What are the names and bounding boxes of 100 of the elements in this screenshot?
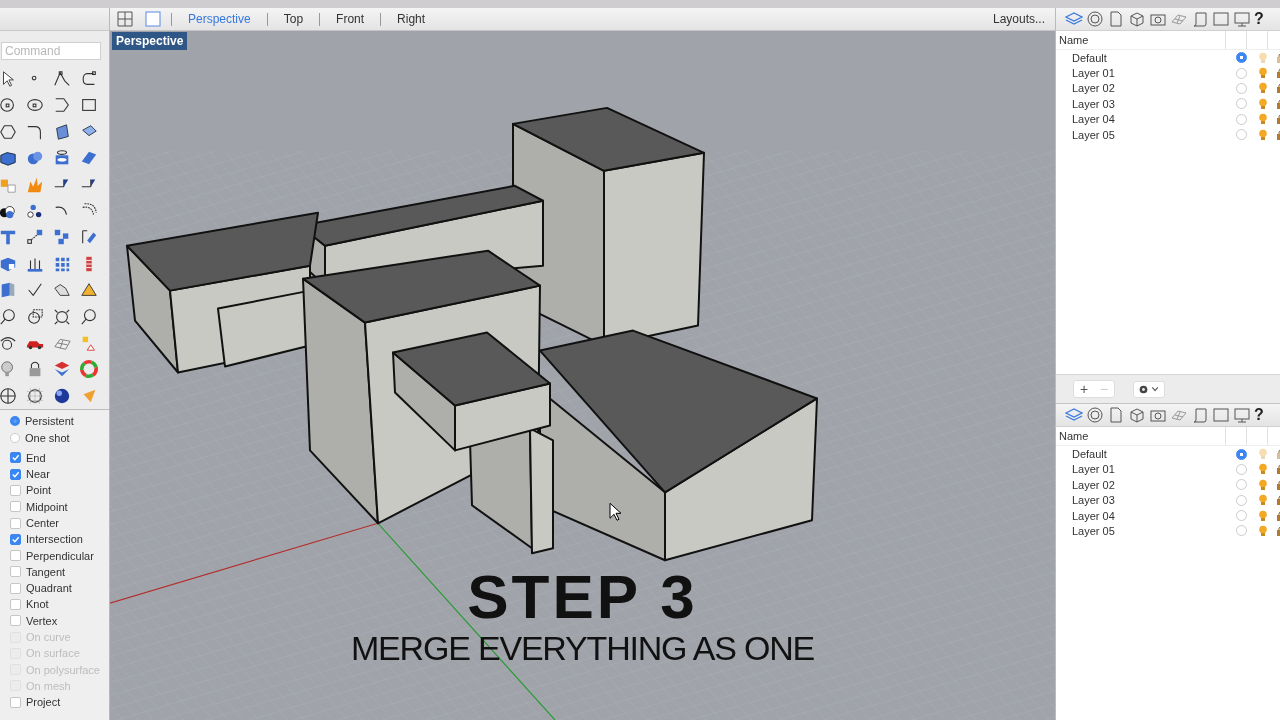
layer-name[interactable]: Layer 04 [1056,509,1236,522]
checkbox-label: Project [26,696,61,709]
cube-icon[interactable] [1128,10,1146,28]
light-bulb-icon[interactable] [1257,494,1269,507]
layer-name[interactable]: Layer 04 [1056,113,1236,126]
cube-icon[interactable] [1128,406,1146,425]
polyline-icon[interactable] [53,70,71,88]
layer-name[interactable]: Layer 05 [1056,525,1236,537]
layer-name[interactable]: Layer 03 [1056,97,1236,110]
panel-icon[interactable] [0,281,17,300]
caption-title: STEP 3 [467,566,698,628]
viewport-tab[interactable]: Right [397,12,426,26]
layer-name[interactable]: Layer 01 [1056,67,1236,80]
checkbox[interactable] [10,566,21,578]
cursor-icon [609,502,622,521]
help-button[interactable]: ? [1254,406,1264,425]
layer-name[interactable]: Default [1056,448,1236,461]
checkbox[interactable] [10,468,21,480]
light-bulb-icon[interactable] [1257,525,1269,537]
single-viewport-icon[interactable] [144,10,162,28]
checkbox-label: Perpendicular [26,549,94,562]
checkbox-label: End [26,451,46,464]
current-layer-radio[interactable] [1236,448,1247,460]
arrow-cursor-icon[interactable] [0,70,17,88]
layouts-button[interactable]: Layouts... [992,12,1045,26]
radio-label: One shot [25,431,70,444]
color-wheel-icon[interactable] [80,360,98,379]
layers-icon[interactable] [53,360,71,379]
command-field[interactable]: Command [1,42,101,60]
checkbox-label: Vertex [26,614,58,627]
monitor-icon[interactable] [1233,10,1251,28]
layer-name[interactable]: Layer 01 [1056,463,1236,476]
help-button[interactable]: ? [1254,10,1264,28]
target-icon[interactable] [1086,10,1104,28]
layer-name[interactable]: Layer 02 [1056,478,1236,491]
checkbox[interactable] [10,517,21,529]
checkbox-label: Point [26,484,52,497]
radio-label: Persistent [25,415,74,428]
panel-icon[interactable] [1212,406,1230,425]
radio-button[interactable] [10,432,20,443]
box-icon[interactable] [0,149,17,168]
four-viewports-icon[interactable] [116,10,134,28]
light-bulb-icon[interactable] [1257,128,1269,141]
settings-dropdown[interactable] [1133,380,1165,398]
viewport-label[interactable]: Perspective [112,32,188,50]
layer-name[interactable]: Layer 02 [1056,82,1236,95]
scale-icon[interactable] [26,228,44,247]
sphere-icon[interactable] [0,386,17,405]
panel-icon[interactable] [1212,10,1230,28]
viewport-tab[interactable]: Perspective [188,12,251,26]
column-header: Name [1058,34,1090,46]
sphere-icon[interactable] [53,386,71,405]
checkbox[interactable] [10,615,21,627]
sphere-grid-icon[interactable] [26,386,44,405]
circle-icon[interactable] [0,96,17,115]
checkbox[interactable] [10,599,21,610]
checkbox[interactable] [10,533,21,545]
column-header: Name [1058,430,1090,443]
array-icon[interactable] [53,228,71,247]
checkbox[interactable] [10,550,21,562]
light-bulb-icon[interactable] [1257,463,1269,476]
light-bulb-icon[interactable] [1257,82,1269,95]
zoom-extents-icon[interactable] [53,307,71,326]
checkbox-label: Center [26,517,60,529]
current-layer-radio[interactable] [1236,52,1247,64]
viewport-tab[interactable]: Top [283,12,304,26]
checkbox-label: Knot [26,598,49,611]
curve-icon[interactable] [80,70,98,88]
scroll-icon[interactable] [1191,10,1209,28]
checkbox-label: Tangent [26,565,66,578]
text-icon[interactable] [0,228,17,247]
zoom-icon[interactable] [80,307,98,326]
polygon-icon[interactable] [0,122,17,141]
zoom-icon[interactable] [0,307,17,326]
layer-name[interactable]: Layer 03 [1056,494,1236,507]
surface-icon[interactable] [53,122,71,141]
checkbox-label: Intersection [26,533,83,546]
layer-name[interactable]: Default [1056,51,1236,64]
layer-name[interactable]: Layer 05 [1056,128,1236,141]
checkbox[interactable] [10,484,21,496]
light-bulb-icon[interactable] [1257,509,1269,522]
viewport-tab[interactable]: Front [336,12,365,26]
checkbox-label: Midpoint [26,500,68,513]
checkbox[interactable] [10,501,21,513]
zoom-window-icon[interactable] [26,307,44,326]
add-layer-button[interactable]: + [1074,381,1094,398]
scroll-icon[interactable] [1191,406,1209,425]
light-bulb-icon[interactable] [1257,97,1269,110]
light-bulb-icon[interactable] [1257,113,1269,126]
arc-icon[interactable] [53,96,71,115]
target-icon[interactable] [1086,406,1104,425]
checkbox[interactable] [10,582,21,594]
light-bulb-icon[interactable] [1257,478,1269,491]
checkbox[interactable] [10,452,21,464]
checkbox-label: Near [26,468,50,481]
radio-button[interactable] [10,416,20,427]
monitor-icon[interactable] [1233,406,1251,425]
light-bulb-icon[interactable] [1257,67,1269,80]
checkbox-label: Quadrant [26,582,72,595]
checkbox[interactable] [10,696,21,708]
